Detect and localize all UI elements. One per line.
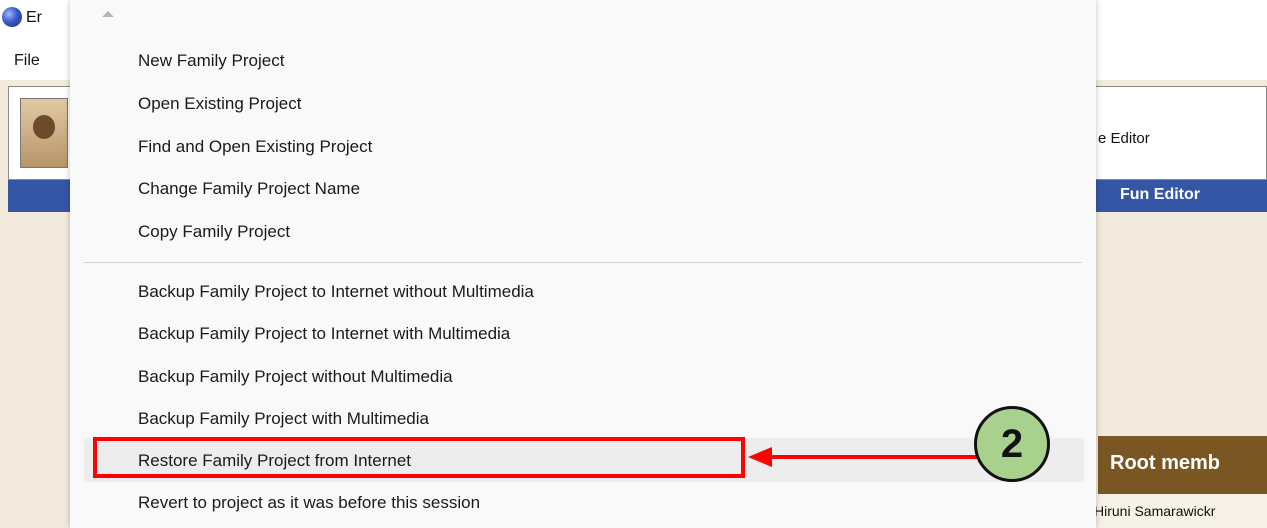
menu-item-backup-internet-no-multimedia[interactable]: Backup Family Project to Internet withou… (138, 282, 534, 302)
avatar (20, 98, 68, 168)
app-globe-icon (2, 7, 22, 27)
menu-item-copy-family-project[interactable]: Copy Family Project (138, 222, 290, 242)
root-member-label: Root memb (1110, 452, 1220, 474)
arrow-head-icon (748, 447, 772, 467)
menu-item-open-existing-project[interactable]: Open Existing Project (138, 94, 301, 114)
menu-item-change-family-project-name[interactable]: Change Family Project Name (138, 179, 360, 199)
menu-item-backup-with-multimedia[interactable]: Backup Family Project with Multimedia (138, 409, 429, 429)
editor-button-label[interactable]: e Editor (1098, 130, 1150, 147)
pointer-arrow (770, 455, 978, 459)
menu-item-backup-no-multimedia[interactable]: Backup Family Project without Multimedia (138, 367, 453, 387)
step-number-badge: 2 (974, 406, 1050, 482)
menu-separator (84, 262, 1082, 263)
scroll-up-icon[interactable] (102, 11, 114, 17)
file-menu[interactable]: File (14, 52, 40, 70)
menu-item-backup-internet-with-multimedia[interactable]: Backup Family Project to Internet with M… (138, 324, 510, 344)
tab-fun-editor[interactable]: Fun Editor (1120, 186, 1200, 204)
menu-item-find-and-open-existing-project[interactable]: Find and Open Existing Project (138, 137, 372, 157)
menu-item-revert-project[interactable]: Revert to project as it was before this … (138, 493, 480, 513)
menu-item-new-family-project[interactable]: New Family Project (138, 51, 284, 71)
member-name[interactable]: Hiruni Samarawickr (1094, 503, 1215, 519)
highlight-box (93, 437, 745, 478)
window-title: Er (26, 9, 42, 26)
